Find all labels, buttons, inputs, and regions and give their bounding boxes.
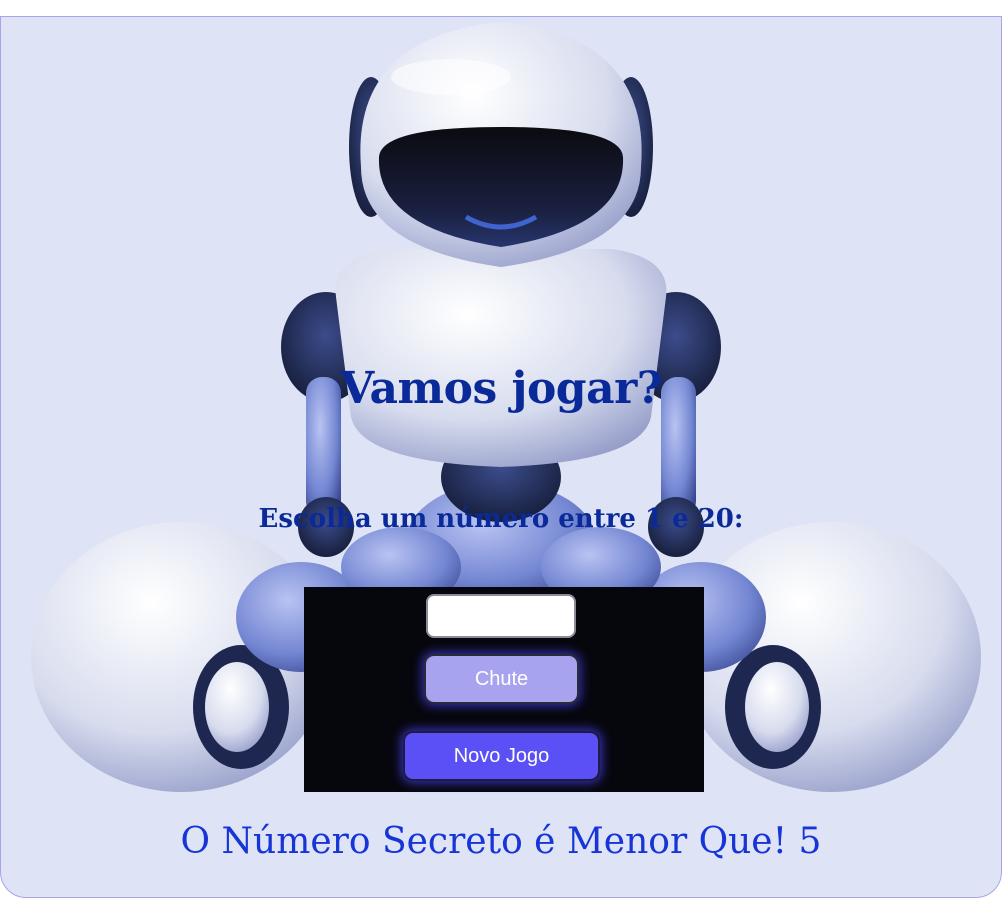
top-strip <box>0 0 1002 16</box>
game-container: Vamos jogar? Escolha um número entre 1 e… <box>0 16 1002 898</box>
guess-button[interactable]: Chute <box>424 654 579 704</box>
result-message: O Número Secreto é Menor Que! 5 <box>180 821 822 862</box>
page-title: Vamos jogar? <box>339 363 663 414</box>
guess-button-label: Chute <box>474 667 529 690</box>
new-game-button-label: Novo Jogo <box>453 744 550 767</box>
new-game-button[interactable]: Novo Jogo <box>403 731 600 781</box>
guess-input[interactable] <box>426 594 576 638</box>
instruction-text: Escolha um número entre 1 e 20: <box>258 504 744 534</box>
